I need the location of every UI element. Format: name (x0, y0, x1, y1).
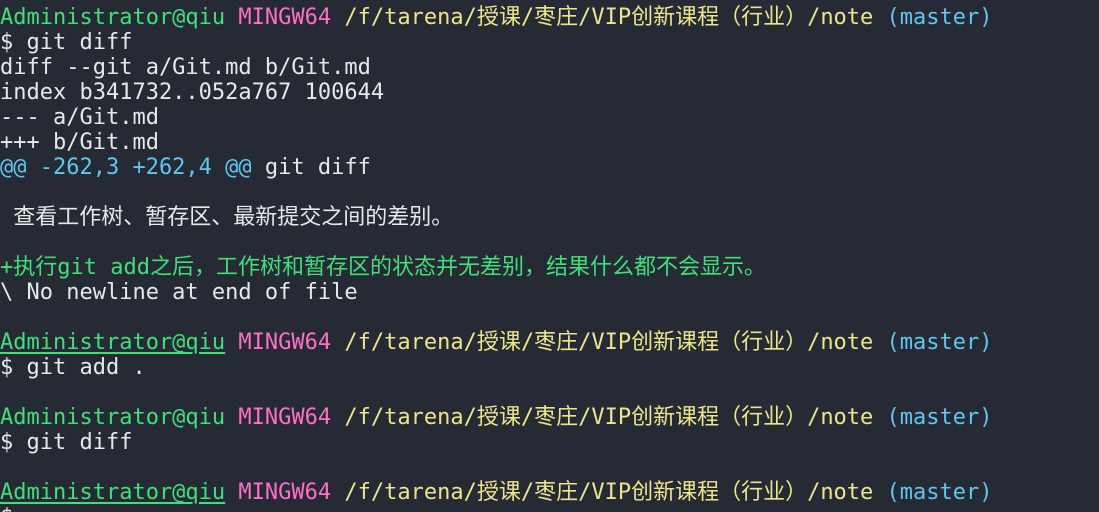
text-segment (873, 480, 886, 505)
prompt-branch: (master) (886, 5, 993, 30)
text-segment: diff --git a/Git.md b/Git.md (0, 55, 371, 80)
text-segment: $ git diff (0, 30, 133, 55)
terminal-line-command: $ git diff (0, 30, 132, 55)
text-segment (331, 5, 344, 30)
terminal-line-diff-meta: +++ b/Git.md (0, 130, 159, 155)
terminal-line-context: 查看工作树、暂存区、最新提交之间的差别。 (0, 205, 453, 230)
text-segment (331, 330, 344, 355)
prompt-msystem: MINGW64 (238, 330, 332, 355)
terminal-line-added: +执行git add之后，工作树和暂存区的状态并无差别，结果什么都不会显示。 (0, 255, 766, 280)
text-segment (873, 405, 886, 430)
text-segment: \ No newline at end of file (0, 280, 358, 305)
terminal-line-prompt: Administrator@qiu MINGW64 /f/tarena/授课/枣… (0, 405, 993, 430)
terminal-line-command: $ (0, 505, 13, 512)
terminal-line-command: $ git add . (0, 355, 146, 380)
text-segment: index b341732..052a767 100644 (0, 80, 385, 105)
terminal-line-command: $ git diff (0, 430, 132, 455)
text-segment (225, 480, 238, 505)
prompt-branch: (master) (886, 330, 993, 355)
prompt-path: /f/tarena/授课/枣庄/VIP创新课程（行业）/note (344, 405, 874, 430)
terminal-line-note: \ No newline at end of file (0, 280, 358, 305)
diff-hunk-header: @@ -262,3 +262,4 @@ (0, 155, 252, 180)
text-segment: --- a/Git.md (0, 105, 159, 130)
prompt-branch: (master) (886, 405, 993, 430)
text-segment (331, 405, 344, 430)
text-segment (331, 480, 344, 505)
terminal-line-diff-meta: index b341732..052a767 100644 (0, 80, 384, 105)
terminal-window[interactable]: Administrator@qiu MINGW64 /f/tarena/授课/枣… (0, 0, 1099, 512)
text-segment: +++ b/Git.md (0, 130, 159, 155)
prompt-user-host: Administrator@qiu (0, 5, 226, 30)
text-segment: $ git diff (0, 430, 133, 455)
prompt-path: /f/tarena/授课/枣庄/VIP创新课程（行业）/note (344, 330, 874, 355)
prompt-path: /f/tarena/授课/枣庄/VIP创新课程（行业）/note (344, 480, 874, 505)
terminal-line-diff-hunk: @@ -262,3 +262,4 @@ git diff (0, 155, 371, 180)
terminal-line-prompt: Administrator@qiu MINGW64 /f/tarena/授课/枣… (0, 330, 993, 355)
prompt-msystem: MINGW64 (238, 480, 332, 505)
text-segment: $ (0, 505, 13, 512)
text-segment (225, 330, 238, 355)
diff-added-line: +执行git add之后，工作树和暂存区的状态并无差别，结果什么都不会显示。 (0, 255, 766, 280)
text-segment: $ git add . (0, 355, 146, 380)
prompt-user-host: Administrator@qiu (0, 330, 226, 355)
terminal-line-prompt: Administrator@qiu MINGW64 /f/tarena/授课/枣… (0, 480, 993, 505)
prompt-msystem: MINGW64 (238, 405, 332, 430)
prompt-branch: (master) (886, 480, 993, 505)
terminal-line-diff-meta: diff --git a/Git.md b/Git.md (0, 55, 371, 80)
prompt-user-host: Administrator@qiu (0, 405, 226, 430)
text-segment (873, 330, 886, 355)
text-segment (873, 5, 886, 30)
prompt-msystem: MINGW64 (238, 5, 332, 30)
terminal-line-prompt: Administrator@qiu MINGW64 /f/tarena/授课/枣… (0, 5, 993, 30)
text-segment (225, 5, 238, 30)
text-segment (225, 405, 238, 430)
prompt-path: /f/tarena/授课/枣庄/VIP创新课程（行业）/note (344, 5, 874, 30)
text-segment: 查看工作树、暂存区、最新提交之间的差别。 (0, 205, 454, 230)
text-segment: git diff (251, 155, 371, 180)
terminal-line-diff-meta: --- a/Git.md (0, 105, 159, 130)
prompt-user-host: Administrator@qiu (0, 480, 226, 505)
